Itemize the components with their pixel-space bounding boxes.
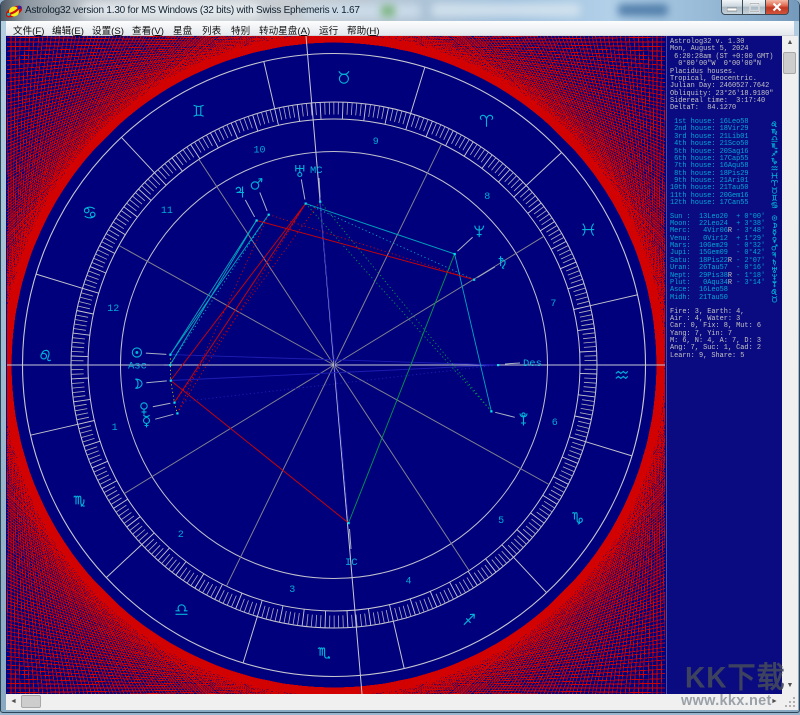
svg-text:Asc: Asc [128, 361, 147, 373]
svg-text:11: 11 [161, 206, 173, 217]
svg-text:MC: MC [310, 165, 323, 177]
svg-text:5: 5 [498, 516, 504, 527]
svg-text:9: 9 [373, 137, 379, 148]
svg-text:10: 10 [253, 146, 265, 157]
svg-text:3: 3 [289, 585, 295, 596]
svg-text:6: 6 [552, 418, 558, 429]
svg-text:IC: IC [345, 557, 358, 569]
svg-text:2: 2 [178, 530, 184, 541]
svg-text:8: 8 [484, 192, 490, 203]
svg-text:Des: Des [523, 358, 542, 370]
svg-text:1: 1 [112, 423, 118, 434]
svg-text:4: 4 [405, 577, 411, 588]
svg-text:12: 12 [107, 304, 119, 315]
svg-text:7: 7 [550, 299, 556, 310]
